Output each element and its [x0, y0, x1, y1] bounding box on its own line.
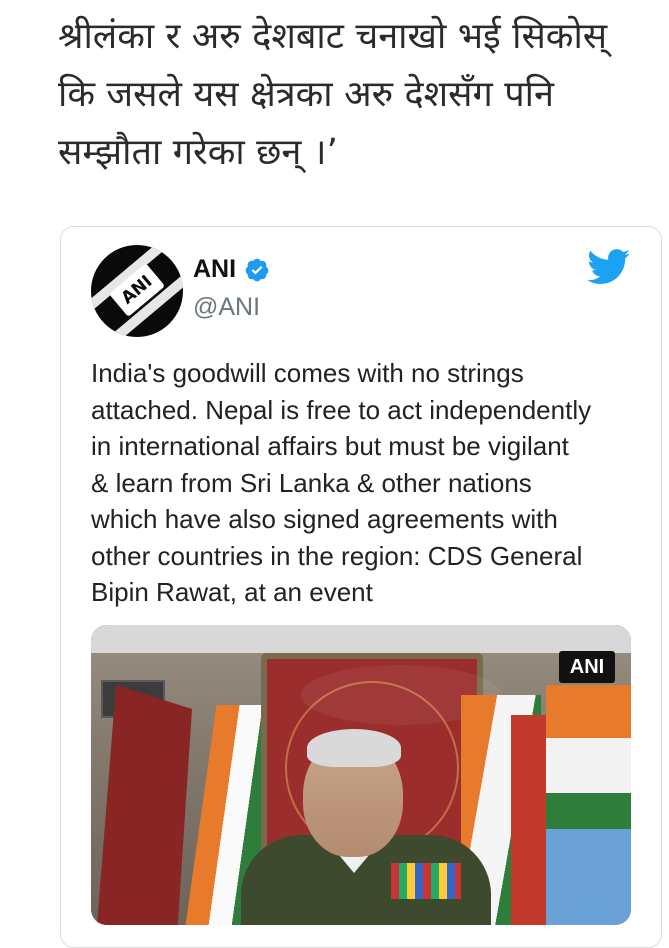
tweet-text-line: other countries in the region: CDS Gener… — [91, 540, 583, 571]
tweet-text-line: attached. Nepal is free to act independe… — [91, 394, 592, 425]
tweet-text: India's goodwill comes with no strings a… — [91, 355, 651, 611]
author-handle[interactable]: @ANI — [193, 293, 260, 322]
tweet-media-image[interactable]: ANI — [91, 625, 631, 925]
article-line: श्रीलंका र अरु देशबाट चनाखो भई सिकोस् — [58, 16, 608, 57]
article-text: श्रीलंका र अरु देशबाट चनाखो भई सिकोस् कि… — [58, 8, 658, 182]
author-row[interactable]: ANI — [193, 255, 270, 284]
tweet-text-line: which have also signed agreements with — [91, 504, 558, 534]
twitter-bird-icon[interactable] — [587, 249, 631, 285]
avatar[interactable]: ANI — [91, 245, 183, 337]
tweet-text-line: & learn from Sri Lanka & other nations — [91, 467, 532, 498]
tweet-text-line: India's goodwill comes with no strings — [91, 358, 524, 388]
ani-watermark: ANI — [559, 651, 615, 683]
medal-ribbons — [391, 863, 461, 899]
tweet-text-line: in international affairs but must be vig… — [91, 431, 569, 461]
red-flag — [511, 715, 551, 925]
embedded-tweet[interactable]: ANI ANI @ANI India's goodwill comes with… — [60, 226, 662, 948]
verified-badge-icon — [245, 258, 269, 281]
air-force-flag — [546, 685, 631, 925]
media-top-strip — [91, 625, 631, 653]
article-line: कि जसले यस क्षेत्रका अरु देशसँग पनि — [58, 74, 554, 115]
tweet-text-line: Bipin Rawat, at an event — [91, 577, 373, 607]
person-hair — [307, 729, 401, 767]
author-name[interactable]: ANI — [193, 255, 236, 284]
article-line: सम्झौता गरेका छन् ।’ — [58, 132, 338, 173]
